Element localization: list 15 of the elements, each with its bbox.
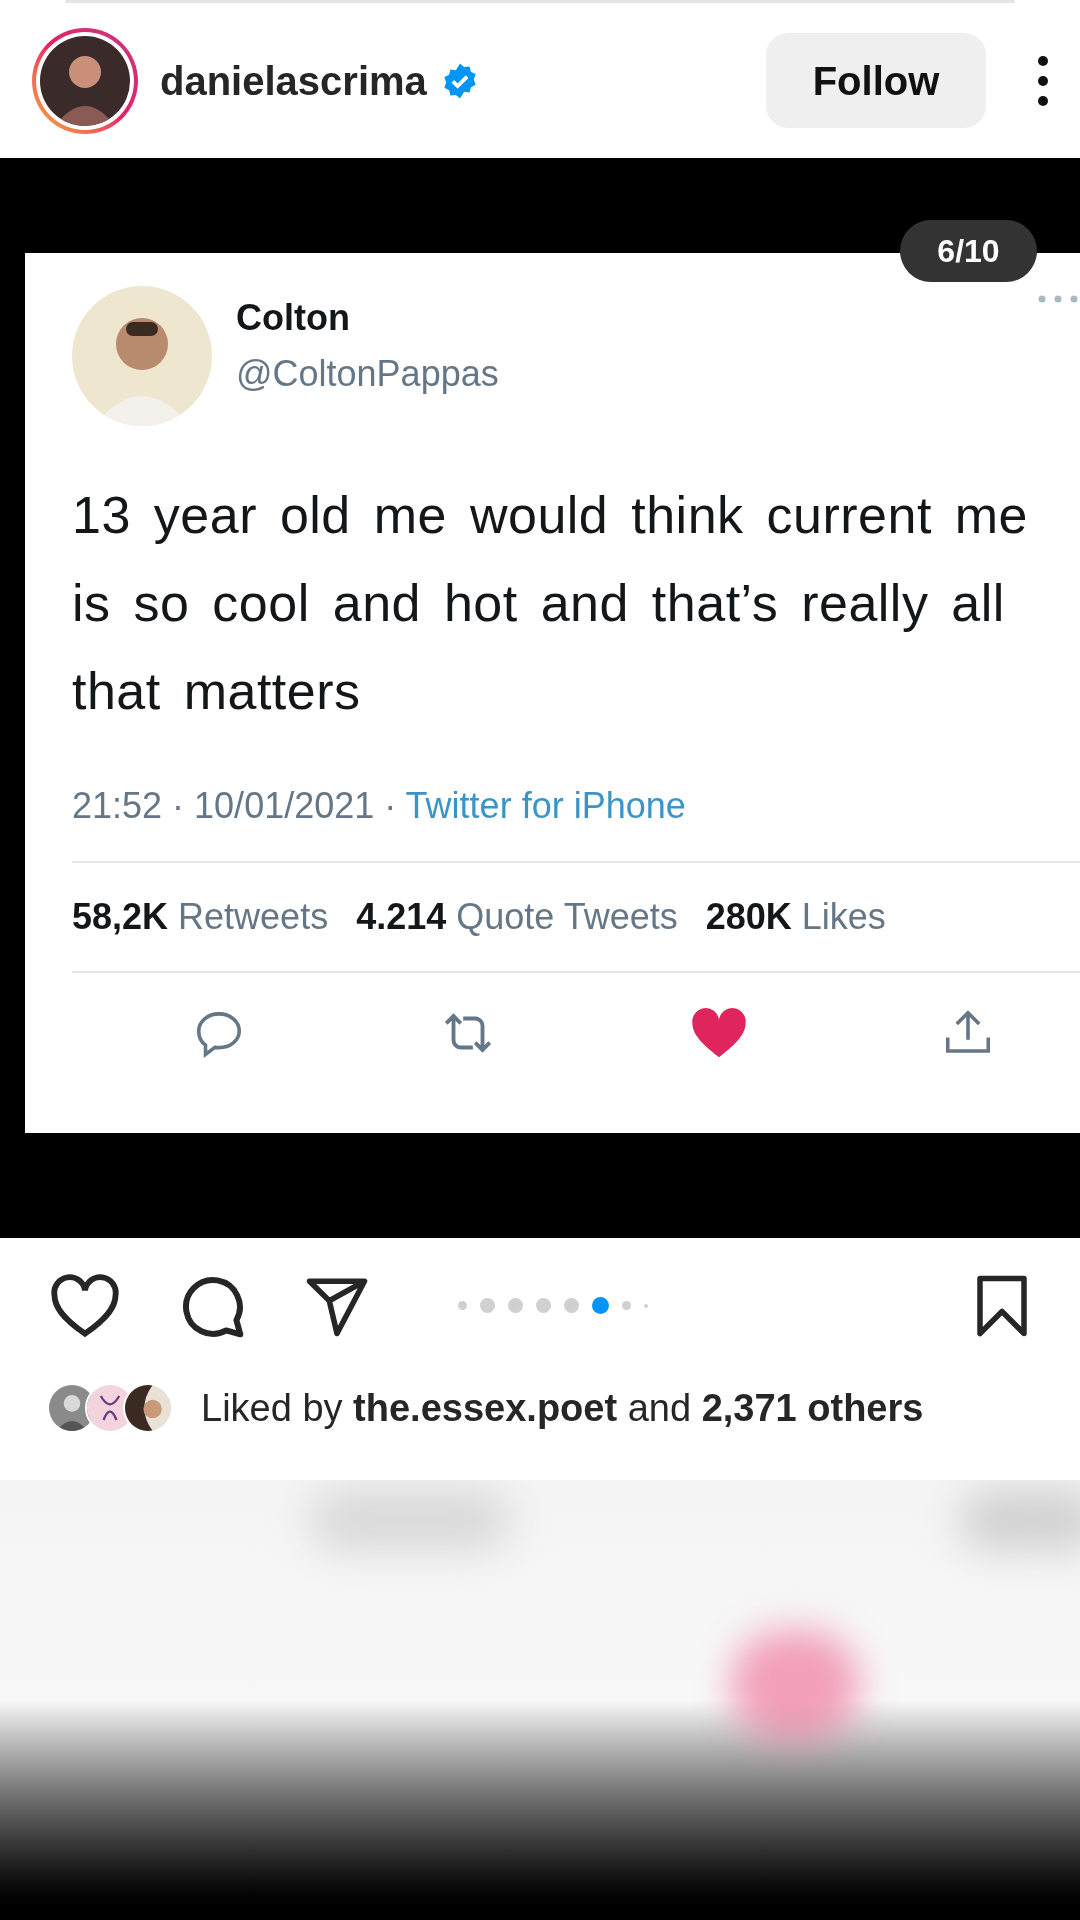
tweet-author-name: Colton	[236, 296, 351, 340]
tweet-stat: 280K Likes	[705, 895, 886, 939]
more-options-icon[interactable]	[1038, 55, 1048, 106]
follow-button[interactable]: Follow	[766, 33, 986, 128]
tweet-source: Twitter for iPhone	[405, 785, 686, 826]
tweet-timestamp: 21:52 · 10/01/2021 ·	[72, 785, 398, 826]
username[interactable]: danielascrima	[160, 50, 427, 111]
likes-summary[interactable]: Liked by the.essex.poet and 2,371 others	[201, 1379, 924, 1437]
tweet-text: 13 year old me would think current me is so cool and hot and that’s really all that matters	[72, 485, 1030, 722]
more-icon	[1038, 294, 1078, 303]
tweet-stat: 58,2K Retweets	[72, 895, 329, 939]
tweet-author-handle: @ColtonPappas	[236, 352, 499, 396]
tweet-stat: 4.214 Quote Tweets	[356, 895, 678, 939]
like-icon[interactable]	[50, 1273, 120, 1338]
image-counter: 6/10	[900, 220, 1037, 282]
